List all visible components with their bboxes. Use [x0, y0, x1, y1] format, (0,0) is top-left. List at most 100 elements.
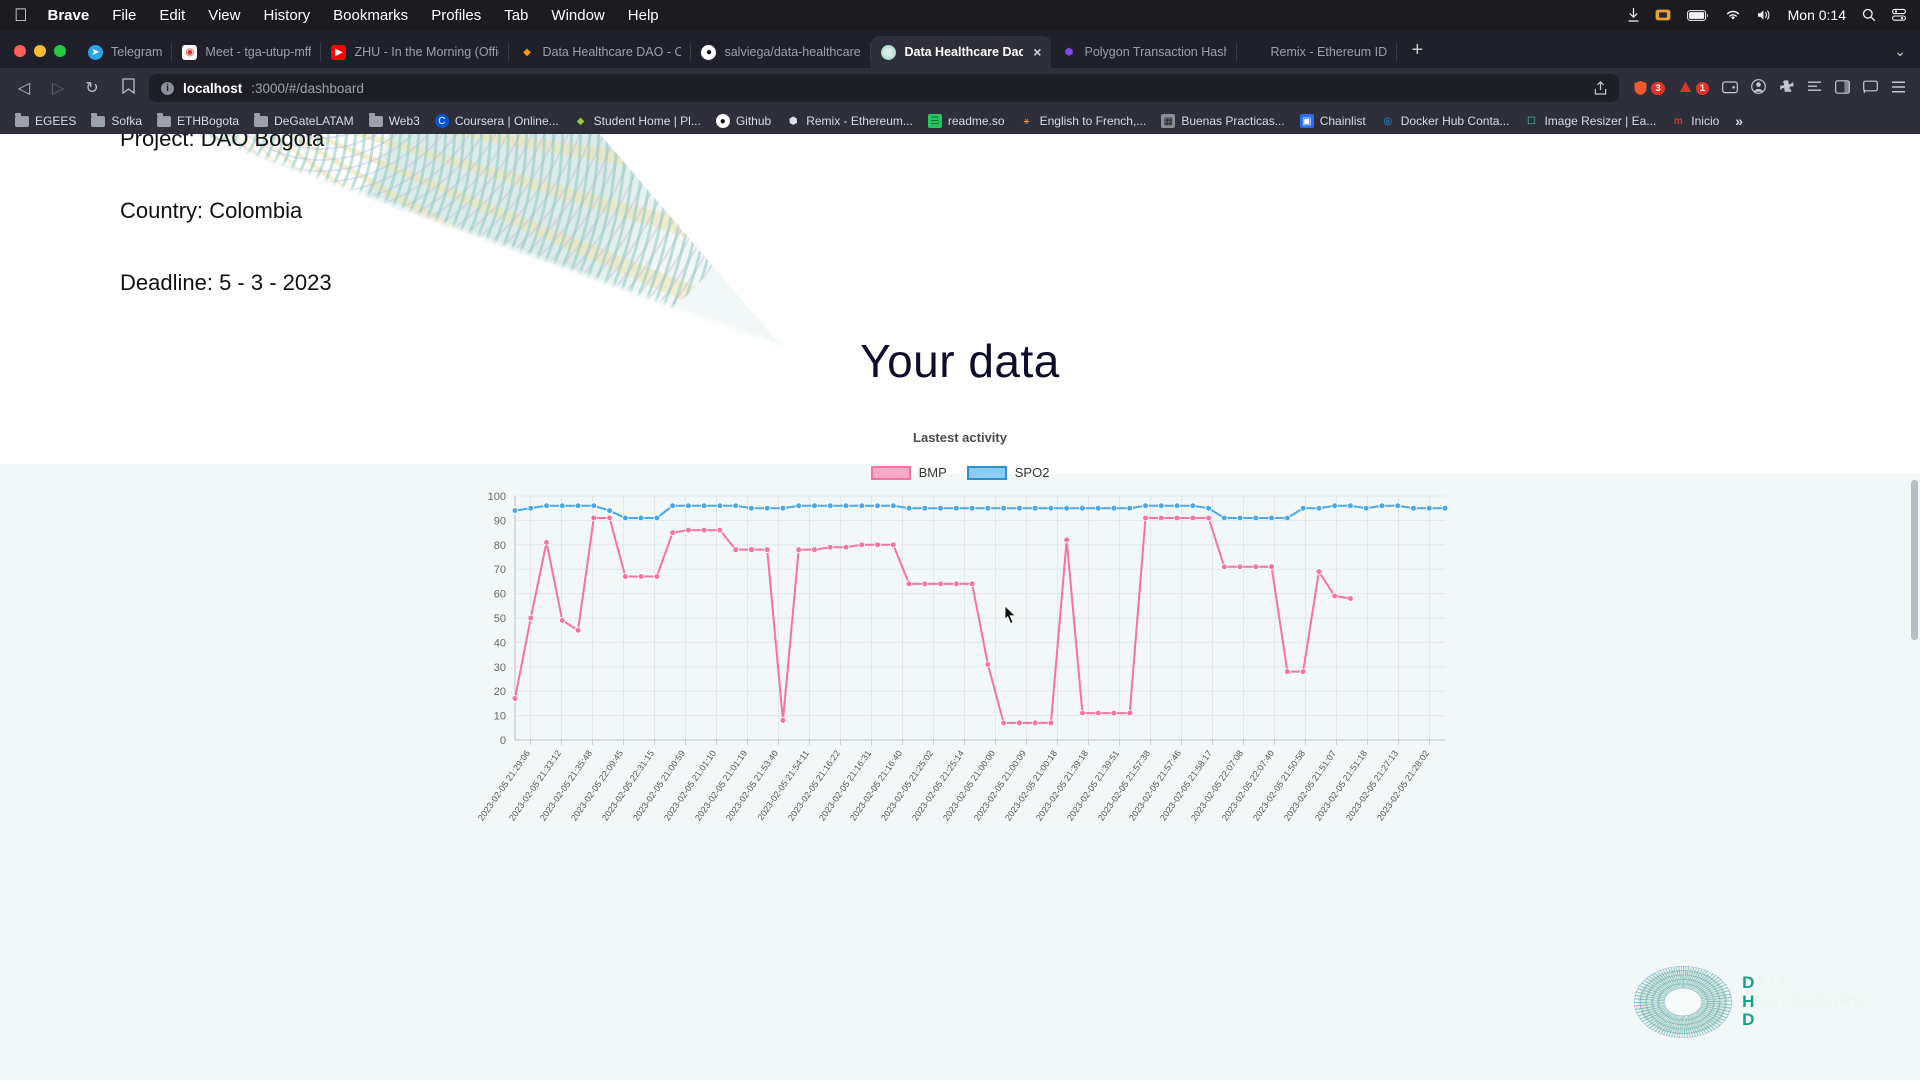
tab-search-button[interactable]: ⌄: [1880, 43, 1920, 68]
bookmark-platzi[interactable]: ◆ Student Home | Pl...: [567, 111, 708, 131]
bookmark-chainlist[interactable]: ▣ Chainlist: [1293, 111, 1373, 131]
menu-item-window[interactable]: Window: [551, 7, 604, 24]
menu-item-bookmarks[interactable]: Bookmarks: [333, 7, 408, 24]
data-point: [874, 502, 881, 510]
brand-h: H: [1742, 991, 1756, 1011]
menu-item-brave[interactable]: Brave: [48, 7, 90, 24]
browser-menu-icon[interactable]: [1891, 80, 1906, 97]
data-point: [1016, 719, 1023, 727]
tab-google-meet[interactable]: ◉ Meet - tga-utup-mff: [172, 36, 322, 68]
bookmark-coursera[interactable]: C Coursera | Online...: [428, 111, 566, 131]
data-point: [558, 617, 566, 624]
tab-polygon-scan[interactable]: ⬢ Polygon Transaction Hash (Txha: [1051, 36, 1238, 68]
data-point: [1362, 504, 1370, 512]
volume-icon[interactable]: [1757, 9, 1772, 21]
data-point: [637, 514, 645, 522]
data-point: [826, 543, 834, 551]
macos-clock[interactable]: Mon 0:14: [1788, 7, 1846, 23]
series-line-bmp: [514, 516, 1351, 724]
tab-data-healthcare-dao[interactable]: Data Healthcare Dao ×: [871, 36, 1052, 68]
bookmark-github[interactable]: ● Github: [709, 111, 778, 131]
tab-firebase-dhd[interactable]: ◆ Data Healthcare DAO - Cloud Fi: [509, 36, 692, 68]
extensions-icon[interactable]: [1779, 79, 1794, 97]
back-button[interactable]: ◁: [14, 78, 34, 98]
wifi-icon[interactable]: [1725, 9, 1741, 21]
minimize-window-button[interactable]: [34, 45, 46, 57]
cast-icon[interactable]: [1863, 80, 1878, 97]
bookmark-page-icon[interactable]: [122, 78, 135, 98]
reload-button[interactable]: ↻: [82, 78, 102, 98]
data-point: [590, 514, 598, 522]
bookmark-image-resizer[interactable]: ☐ Image Resizer | Ea...: [1517, 111, 1663, 131]
bookmark-buenas-practicas[interactable]: ▦ Buenas Practicas...: [1154, 111, 1291, 131]
site-info-icon[interactable]: i: [161, 81, 174, 95]
close-tab-button[interactable]: ×: [1031, 44, 1041, 60]
activity-chart-container: Lastest activity BMP SPO2 0 10 20 30 40 50 60 7…: [460, 430, 1460, 823]
legend-item-bmp[interactable]: BMP: [870, 465, 947, 480]
apple-menu-icon[interactable]: : [14, 6, 28, 24]
bookmark-label: Github: [735, 114, 772, 128]
data-point: [1000, 504, 1007, 512]
screen-record-icon[interactable]: [1655, 9, 1671, 21]
bookmark-label: DeGateLATAM: [274, 114, 354, 128]
menu-item-file[interactable]: File: [112, 7, 136, 24]
data-point: [574, 626, 582, 634]
bookmark-egees[interactable]: EGEES: [8, 111, 83, 131]
github-icon: ●: [715, 114, 730, 128]
menu-item-view[interactable]: View: [208, 7, 240, 24]
address-bar[interactable]: i localhost :3000/#/dashboard: [149, 74, 1620, 102]
data-point: [1441, 504, 1449, 512]
wallet-icon[interactable]: [1722, 80, 1738, 97]
polygon-icon: ⬢: [1064, 46, 1074, 58]
browser-toolbar: ◁ ▷ ↻ i localhost :3000/#/dashboard 3 1: [0, 68, 1920, 108]
download-icon[interactable]: [1628, 8, 1639, 22]
profile-avatar-icon[interactable]: [1751, 79, 1766, 97]
menu-item-tab[interactable]: Tab: [504, 7, 528, 24]
bookmark-readme-so[interactable]: ☰ readme.so: [921, 111, 1012, 131]
bookmark-remix[interactable]: ⬢ Remix - Ethereum...: [779, 111, 920, 131]
reading-list-icon[interactable]: [1807, 80, 1822, 97]
bookmark-english-to-french[interactable]: ⚹ English to French,...: [1013, 111, 1154, 131]
share-icon[interactable]: [1594, 81, 1607, 95]
menu-item-edit[interactable]: Edit: [159, 7, 185, 24]
bookmark-sofka[interactable]: Sofka: [84, 111, 149, 131]
data-point: [653, 573, 661, 580]
page-scrollbar[interactable]: [1911, 480, 1918, 640]
tab-github-repo[interactable]: ● salviega/data-healthcare-dao-fr: [691, 36, 872, 68]
bookmark-degatelatam[interactable]: DeGateLATAM: [247, 111, 361, 131]
chart-plot-area[interactable]: 0 10 20 30 40 50 60 70 80 90 100 2023-02-05 21:29:0…: [460, 490, 1460, 823]
bookmark-inicio[interactable]: m Inicio: [1664, 111, 1726, 131]
sidebar-toggle-icon[interactable]: [1835, 79, 1850, 97]
legend-item-spo2[interactable]: SPO2: [966, 465, 1049, 480]
data-point: [1331, 502, 1338, 510]
tab-youtube[interactable]: ▶ ZHU - In the Morning (Official V: [321, 36, 510, 68]
bookmark-web3[interactable]: Web3: [362, 111, 427, 131]
line-chart[interactable]: 0 10 20 30 40 50 60 70 80 90 100 2023-02-05 21:29:0…: [460, 490, 1460, 880]
bookmark-label: Student Home | Pl...: [593, 114, 701, 128]
forward-button[interactable]: ▷: [48, 78, 68, 98]
battery-icon[interactable]: [1686, 9, 1709, 21]
folder-icon: [368, 112, 383, 128]
tab-remix-ide[interactable]: Remix - Ethereum IDE: [1237, 36, 1398, 68]
spotlight-search-icon[interactable]: [1862, 8, 1876, 22]
maximize-window-button[interactable]: [54, 45, 66, 57]
data-point: [858, 541, 866, 549]
bookmarks-overflow-button[interactable]: »: [1727, 113, 1751, 129]
brave-rewards-icon[interactable]: 1: [1678, 80, 1709, 96]
data-point: [779, 717, 787, 724]
data-point: [858, 502, 866, 510]
bookmark-docker-hub[interactable]: ◎ Docker Hub Conta...: [1374, 111, 1517, 131]
data-point: [716, 526, 724, 534]
menu-item-history[interactable]: History: [263, 7, 310, 24]
brave-shields-icon[interactable]: 3: [1633, 80, 1665, 96]
menu-item-profiles[interactable]: Profiles: [431, 7, 481, 24]
control-center-icon[interactable]: [1892, 8, 1906, 22]
dhd-brand-logo: D ATA H EALTHCARE D: [1634, 966, 1864, 1038]
data-point: [732, 546, 739, 553]
close-window-button[interactable]: [14, 45, 26, 57]
menu-item-help[interactable]: Help: [628, 7, 659, 24]
tab-telegram[interactable]: ➤ Telegram: [78, 36, 173, 68]
bookmark-ethbogota[interactable]: ETHBogota: [150, 111, 246, 131]
new-tab-button[interactable]: +: [1397, 39, 1437, 68]
data-point: [1221, 514, 1228, 522]
